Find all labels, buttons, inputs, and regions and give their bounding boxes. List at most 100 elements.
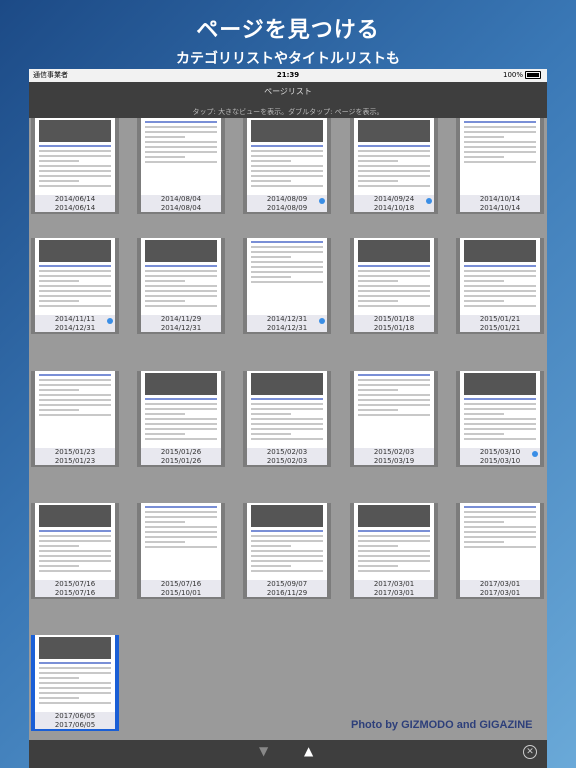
created-date: 2015/03/10 (479, 448, 521, 456)
preview-text-line (464, 531, 536, 533)
preview-text-line (358, 290, 430, 292)
page-thumbnail[interactable]: 2014/10/14 2014/10/14 (456, 118, 544, 214)
preview-text-line (39, 409, 79, 411)
page-preview (35, 238, 115, 316)
marker-dot-icon (107, 318, 113, 324)
page-preview (460, 503, 540, 581)
promo-subline: カテゴリリストやタイトルリストも (176, 51, 400, 67)
preview-text-line (358, 305, 430, 307)
preview-text-line (39, 170, 111, 172)
page-thumbnail[interactable]: 2015/01/18 2015/01/18 (350, 238, 438, 334)
preview-text-line (251, 545, 291, 547)
preview-text-line (464, 408, 536, 410)
preview-image (358, 505, 430, 527)
page-thumbnail[interactable]: 2014/08/09 2014/08/09 (243, 118, 331, 214)
preview-text-line (145, 156, 185, 158)
preview-text-line (145, 408, 217, 410)
page-thumbnail[interactable]: 2017/06/05 2017/06/05 (31, 635, 119, 731)
preview-text-line (39, 687, 111, 689)
page-preview (247, 371, 327, 449)
page-preview (141, 118, 221, 196)
page-thumbnail[interactable]: 2014/08/04 2014/08/04 (137, 118, 225, 214)
page-thumbnail[interactable]: 2015/01/21 2015/01/21 (456, 238, 544, 334)
preview-text-line (39, 667, 111, 669)
created-date: 2017/03/01 (373, 580, 415, 588)
preview-text-line (39, 185, 111, 187)
preview-text-line (358, 404, 430, 406)
preview-text-line (358, 414, 430, 416)
preview-text-line (39, 540, 111, 542)
marker-dot-icon (532, 451, 538, 457)
preview-text-line (145, 433, 185, 435)
page-thumbnail[interactable]: 2015/09/07 2016/11/29 (243, 503, 331, 599)
close-circle-icon[interactable]: ✕ (523, 745, 537, 759)
preview-text-line (358, 379, 430, 381)
preview-text-line (358, 155, 430, 157)
page-thumbnail[interactable]: 2015/02/03 2015/03/19 (350, 371, 438, 467)
preview-text-line (358, 555, 430, 557)
preview-image (464, 240, 536, 262)
preview-text-line (145, 290, 217, 292)
preview-text-line (145, 506, 217, 508)
preview-text-line (145, 126, 217, 128)
updated-date: 2015/01/26 (160, 457, 202, 465)
promo-headline: ページを見つける (196, 18, 380, 43)
page-preview (35, 371, 115, 449)
preview-text-line (39, 389, 79, 391)
preview-text-line (358, 394, 430, 396)
preview-text-line (145, 516, 217, 518)
preview-text-line (464, 161, 536, 163)
page-thumbnail[interactable]: 2015/01/23 2015/01/23 (31, 371, 119, 467)
preview-text-line (358, 170, 430, 172)
page-preview (141, 371, 221, 449)
page-thumbnail[interactable]: 2014/11/11 2014/12/31 (31, 238, 119, 334)
preview-text-line (358, 545, 398, 547)
page-thumbnail[interactable]: 2014/12/31 2014/12/31 (243, 238, 331, 334)
preview-text-line (251, 261, 323, 263)
preview-text-line (358, 535, 430, 537)
preview-text-line (251, 560, 323, 562)
triangle-down-icon[interactable]: ▼ (259, 744, 268, 758)
preview-text-line (145, 136, 185, 138)
preview-text-line (39, 305, 111, 307)
page-thumbnail[interactable]: 2017/03/01 2017/03/01 (350, 503, 438, 599)
preview-text-line (39, 165, 111, 167)
preview-text-line (251, 256, 291, 258)
preview-text-line (39, 275, 111, 277)
page-preview (35, 118, 115, 196)
page-thumbnail[interactable]: 2015/03/10 2015/03/10 (456, 371, 544, 467)
created-date: 2015/02/03 (266, 448, 308, 456)
preview-text-line (464, 126, 536, 128)
preview-text-line (251, 271, 323, 273)
preview-text-line (358, 270, 430, 272)
created-date: 2014/10/14 (479, 195, 521, 203)
page-thumbnail[interactable]: 2015/07/16 2015/10/01 (137, 503, 225, 599)
preview-text-line (145, 161, 217, 163)
usage-hint: タップ: 大きなビューを表示。ダブルタップ: ページを表示。 (192, 108, 384, 116)
preview-text-line (39, 280, 79, 282)
page-thumbnail[interactable]: 2015/02/03 2015/02/03 (243, 371, 331, 467)
created-date: 2014/11/11 (54, 315, 96, 323)
preview-text-line (251, 555, 323, 557)
page-thumbnail[interactable]: 2014/06/14 2014/06/14 (31, 118, 119, 214)
preview-text-line (464, 280, 504, 282)
preview-text-line (358, 180, 398, 182)
preview-text-line (145, 531, 217, 533)
page-thumbnail[interactable]: 2015/07/16 2015/07/16 (31, 503, 119, 599)
preview-text-line (464, 300, 504, 302)
preview-text-line (251, 165, 323, 167)
preview-text-line (145, 511, 217, 513)
preview-text-line (39, 404, 111, 406)
page-thumbnail[interactable]: 2014/09/24 2014/10/18 (350, 118, 438, 214)
preview-text-line (358, 185, 430, 187)
preview-text-line (358, 389, 398, 391)
preview-text-line (464, 418, 536, 420)
preview-text-line (464, 398, 536, 400)
page-thumbnail[interactable]: 2014/11/29 2014/12/31 (137, 238, 225, 334)
preview-text-line (145, 438, 217, 440)
preview-text-line (464, 265, 536, 267)
preview-text-line (358, 275, 430, 277)
page-thumbnail[interactable]: 2017/03/01 2017/03/01 (456, 503, 544, 599)
page-thumbnail[interactable]: 2015/01/26 2015/01/26 (137, 371, 225, 467)
triangle-up-icon[interactable]: ▲ (304, 744, 313, 758)
